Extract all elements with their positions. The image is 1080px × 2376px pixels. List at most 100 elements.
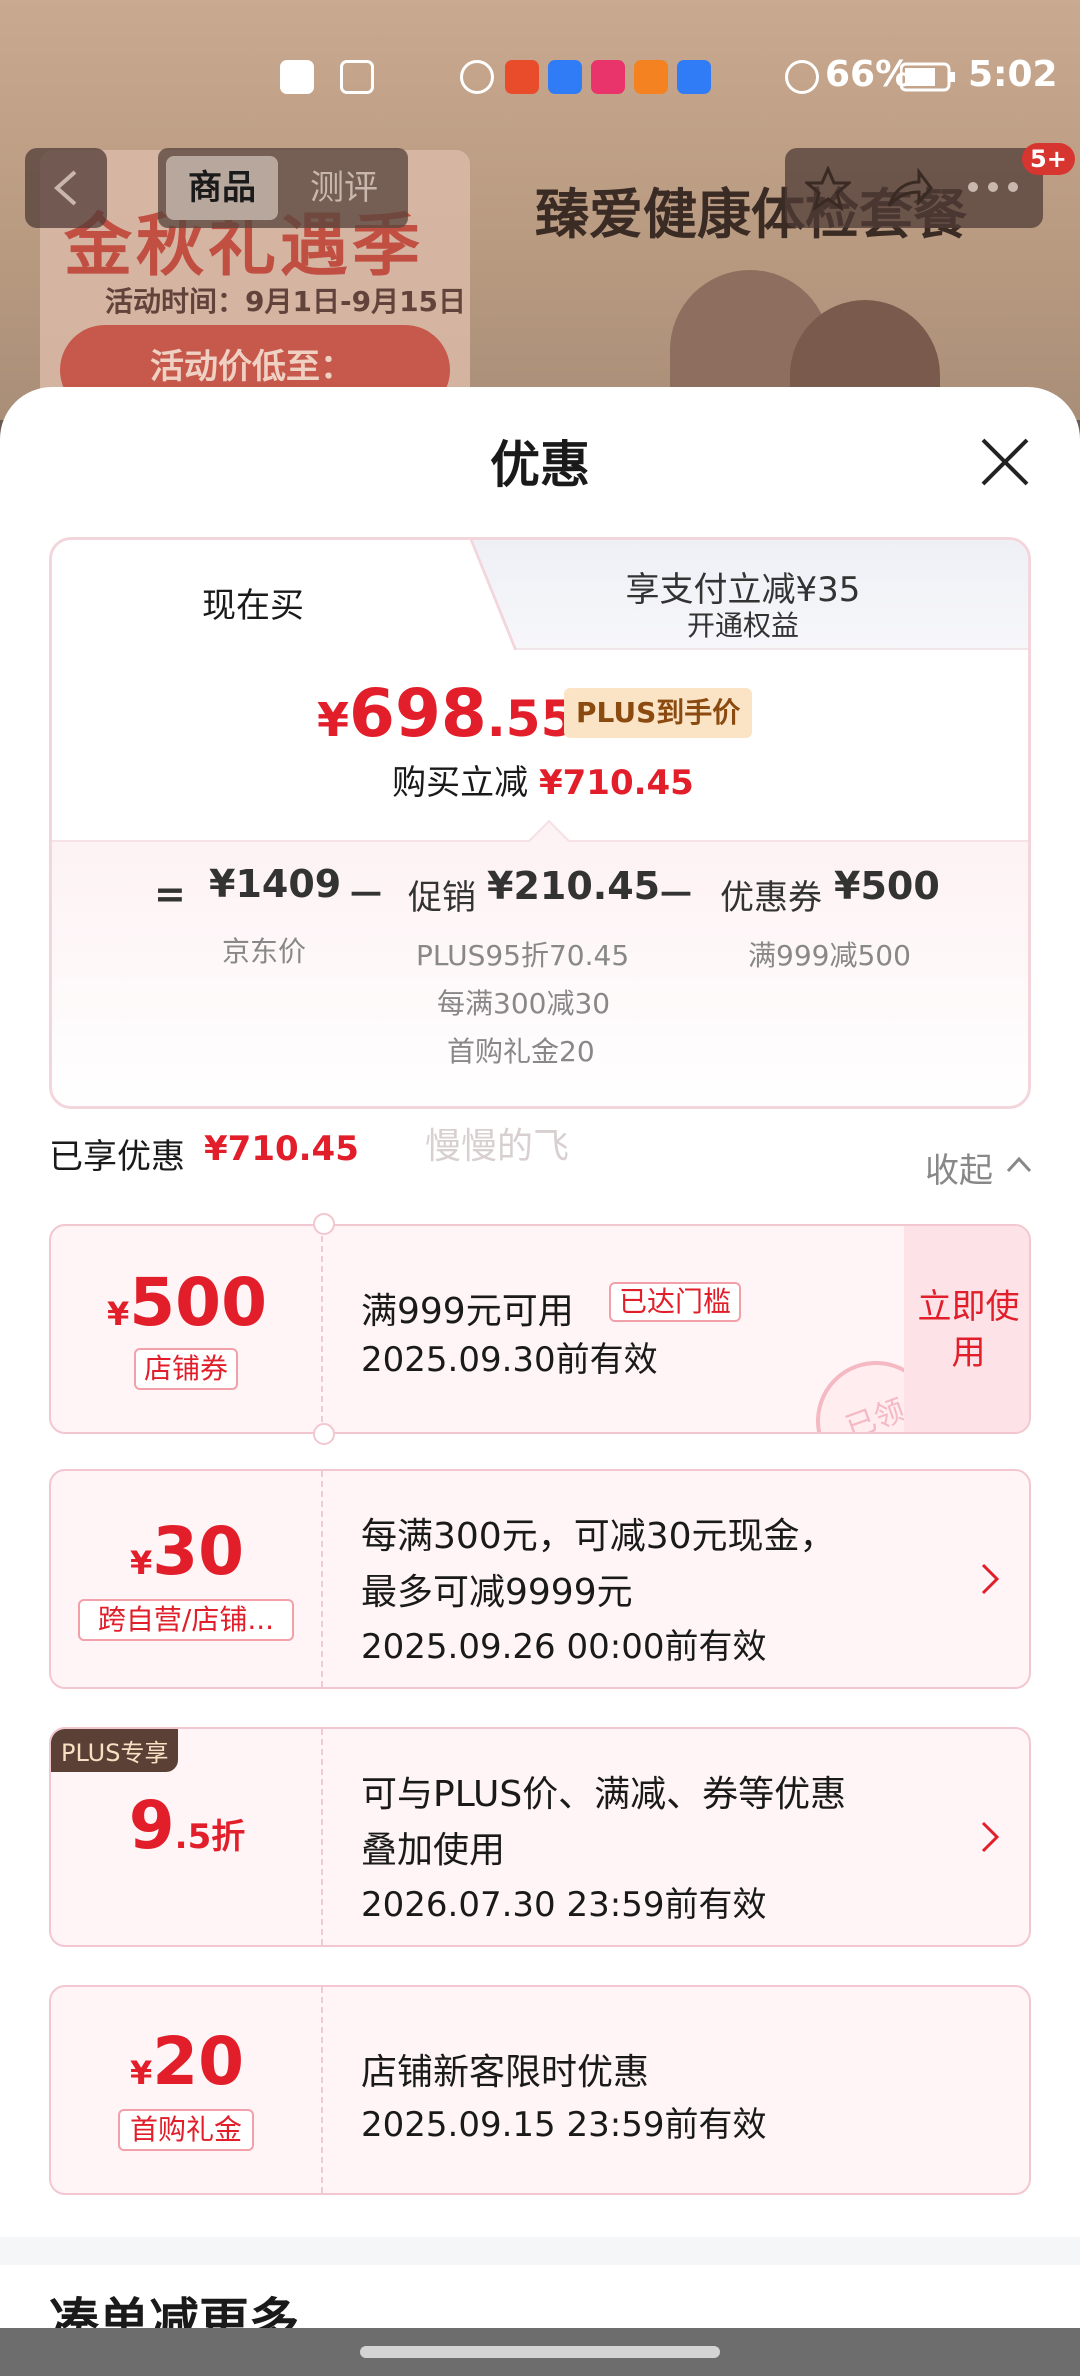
coupon-amount: 9.5折 [51, 1787, 323, 1864]
coupon-currency: ¥ [129, 1544, 153, 1582]
coupon-amount: ¥500 [51, 1264, 323, 1341]
coupon-amount: ¥30 [51, 1513, 323, 1590]
chevron-left-icon [53, 170, 77, 206]
instant-cut-label: 购买立减 [392, 763, 529, 803]
use-now-button[interactable]: 立即使用 [904, 1226, 1029, 1432]
coupon-condition: 店铺新客限时优惠 [361, 2052, 650, 2093]
tab-pay-discount[interactable]: 享支付立减¥35 开通权益 [452, 540, 1028, 650]
banner-price-label: 活动价低至： [150, 347, 354, 387]
coupon-condition-1: 每满300元，可减30元现金， [361, 1516, 836, 1557]
tab-reviews[interactable]: 测评 [288, 156, 400, 220]
plus-price-tag: PLUS到手价 [564, 688, 753, 738]
coupon-currency: ¥ [106, 1295, 130, 1333]
coupon-cross-30[interactable]: ¥30 跨自营/店铺... 每满300元，可减30元现金， 最多可减9999元 … [49, 1469, 1031, 1689]
jd-price-label: 京东价 [222, 935, 307, 968]
coupon-number: 500 [129, 1264, 268, 1341]
minus-sign-1: － [347, 873, 386, 917]
coupon-condition-2: 叠加使用 [361, 1830, 506, 1871]
tab-goods[interactable]: 商品 [166, 156, 278, 220]
signal-icon [340, 60, 374, 94]
coupon-validity: 2025.09.30前有效 [361, 1340, 658, 1380]
hd-icon [280, 60, 314, 94]
use-now-label: 立即使用 [917, 1287, 1020, 1373]
app-icon-4 [634, 60, 668, 94]
plus-exclusive-tag: PLUS专享 [51, 1729, 179, 1772]
back-button[interactable] [25, 148, 107, 228]
price-decimal: .55 [486, 690, 576, 748]
coupon-amount-area: ¥20 首购礼金 [51, 1987, 323, 2193]
coupon-first-buy-20[interactable]: ¥20 首购礼金 店铺新客限时优惠 2025.09.15 23:59前有效 [49, 1985, 1031, 2195]
promo-item-firstbuy: 首购礼金20 [447, 1035, 595, 1068]
coupon-condition: 满999元可用 [361, 1291, 574, 1332]
coupon-label: 优惠券 [720, 878, 822, 918]
product-tabs: 商品 测评 [158, 148, 408, 228]
app-icon-2 [548, 60, 582, 94]
collapse-button[interactable]: 收起 [925, 1143, 993, 1192]
home-indicator[interactable] [360, 2346, 720, 2358]
instant-cut: 购买立减 ¥710.45 [52, 755, 1028, 804]
coupon-type-tag: 首购礼金 [118, 2109, 254, 2151]
coupon-type-tag: 跨自营/店铺... [78, 1599, 294, 1641]
app-icon-3 [591, 60, 625, 94]
clock: 5:02 [968, 54, 1058, 95]
coupon-notch-top [313, 1213, 335, 1235]
jd-price: ¥1409 [209, 862, 342, 906]
coupon-condition-2: 最多可减9999元 [361, 1572, 633, 1613]
message-badge: 5+ [1022, 143, 1075, 175]
coupon-plus-discount[interactable]: 9.5折 PLUS专享 可与PLUS价、满减、券等优惠 叠加使用 2026.07… [49, 1727, 1031, 1947]
coupon-condition-1: 可与PLUS价、满减、券等优惠 [361, 1774, 847, 1815]
coupon-amount: ¥20 [51, 2023, 323, 2100]
final-price: ¥698.55 [317, 675, 575, 752]
coupon-number: 9 [128, 1787, 175, 1864]
discount-sheet: 优惠 现在买 享支付立减¥35 开通权益 ¥698.55 PLUS到手价 购买立… [0, 387, 1080, 2376]
coupon-currency: ¥ [129, 2054, 153, 2092]
coupon-notch-bottom [313, 1423, 335, 1445]
top-actions [785, 148, 1043, 228]
coupon-store-500[interactable]: ¥500 店铺券 满999元可用 已达门槛 2025.09.30前有效 已领 立… [49, 1224, 1031, 1434]
threshold-reached-tag: 已达门槛 [609, 1282, 742, 1322]
price-card: 现在买 享支付立减¥35 开通权益 ¥698.55 PLUS到手价 购买立减 ¥… [49, 537, 1031, 1109]
open-benefit-label: 开通权益 [686, 609, 799, 642]
equals-sign: = [154, 872, 186, 916]
battery-icon [900, 62, 955, 92]
sheet-title: 优惠 [490, 436, 590, 494]
coupon-validity: 2026.07.30 23:59前有效 [361, 1885, 767, 1925]
coupon-suffix: .5折 [174, 1817, 246, 1857]
coupon-number: 20 [152, 2023, 245, 2100]
saved-value: ¥710.45 [204, 1129, 359, 1169]
status-bar: 66% 5:02 [0, 52, 1080, 102]
price-breakdown: = ¥1409 京东价 － 促销 ¥210.45 PLUS95折70.45 每满… [52, 840, 1028, 1106]
coupon-validity: 2025.09.15 23:59前有效 [361, 2105, 767, 2145]
saved-label: 已享优惠 [49, 1137, 185, 1177]
battery-percent: 66% [825, 54, 912, 95]
share-icon[interactable] [885, 166, 933, 212]
chevron-up-icon[interactable] [1005, 1155, 1033, 1173]
promo-item-plus: PLUS95折70.45 [416, 939, 630, 972]
coupon-type-tag: 店铺券 [134, 1348, 238, 1390]
chevron-right-icon[interactable] [979, 1561, 1001, 1597]
wifi-icon [460, 60, 494, 94]
tab-buy-now[interactable]: 现在买 [52, 540, 452, 650]
star-icon[interactable] [805, 166, 851, 212]
price-currency: ¥ [317, 693, 350, 747]
coupon-validity: 2025.09.26 00:00前有效 [361, 1627, 767, 1667]
price-integer: 698 [349, 675, 487, 752]
user-watermark: 慢慢的飞 [425, 1126, 570, 1167]
instant-cut-value: ¥710.45 [538, 763, 694, 803]
promo-item-fullcut: 每满300减30 [437, 987, 611, 1020]
close-icon[interactable] [975, 432, 1035, 492]
more-icon[interactable] [965, 180, 1021, 194]
coupon-amount-area: ¥30 跨自营/店铺... [51, 1471, 323, 1687]
promo-value: ¥210.45 [487, 864, 661, 908]
app-icon-5 [677, 60, 711, 94]
coupon-amount-area: ¥500 店铺券 [51, 1226, 323, 1432]
banner-date: 活动时间：9月1日-9月15日 [105, 285, 467, 318]
coupon-number: 30 [152, 1513, 245, 1590]
minus-sign-2: － [657, 873, 696, 917]
coupon-rule: 满999减500 [748, 939, 911, 972]
chevron-right-icon[interactable] [979, 1819, 1001, 1855]
coupon-value: ¥500 [834, 864, 940, 908]
tab-buy-now-label: 现在买 [202, 586, 304, 626]
section-divider [0, 2237, 1080, 2265]
promo-label: 促销 [408, 878, 476, 918]
